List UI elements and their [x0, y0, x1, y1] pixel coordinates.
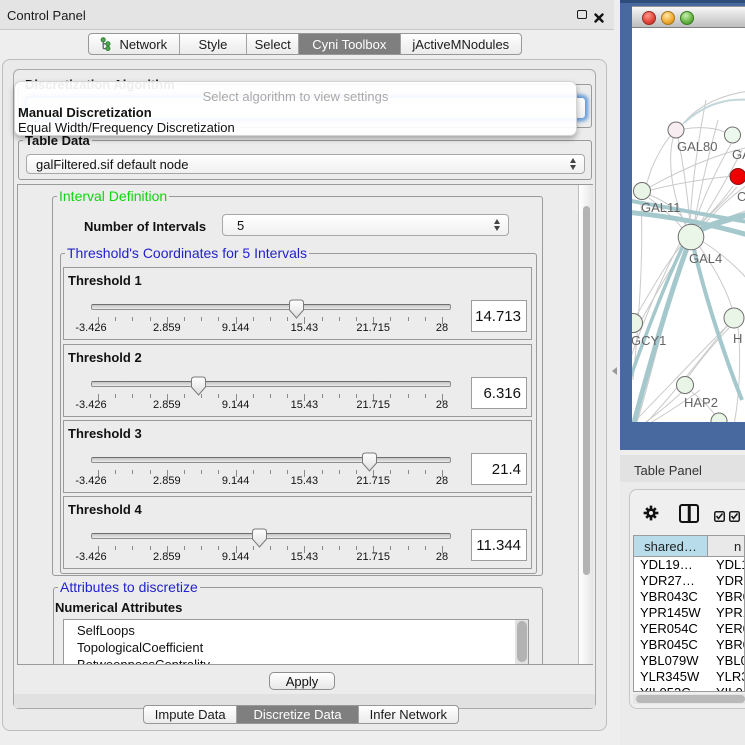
- svg-text:H: H: [733, 331, 742, 346]
- svg-text:GCY1: GCY1: [632, 333, 666, 348]
- svg-text:HAP2: HAP2: [684, 395, 718, 410]
- svg-text:GAL11: GAL11: [641, 200, 681, 215]
- svg-text:GA: GA: [732, 147, 745, 162]
- svg-text:C: C: [737, 189, 745, 204]
- svg-text:GAL80: GAL80: [677, 139, 717, 154]
- svg-text:GAL4: GAL4: [689, 251, 722, 266]
